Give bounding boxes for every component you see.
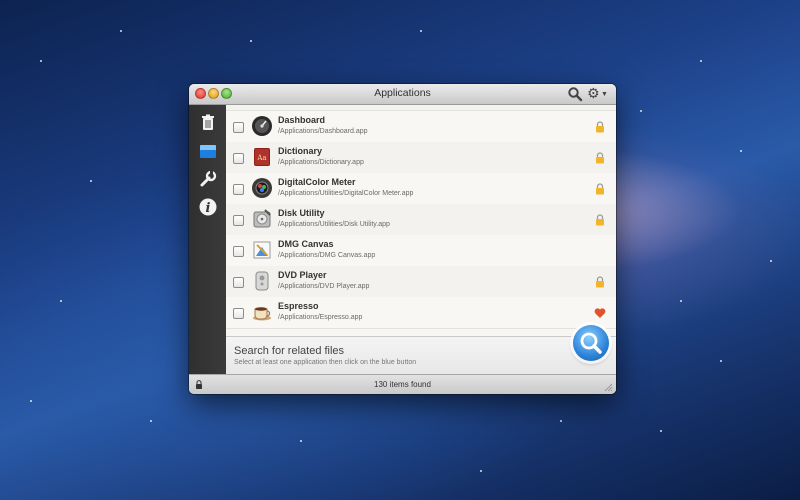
related-files-search-button[interactable] — [573, 325, 609, 361]
item-count: 130 items found — [374, 380, 431, 389]
row-checkbox[interactable] — [233, 277, 244, 288]
resize-grip-icon[interactable] — [604, 383, 613, 392]
table-row[interactable]: Dashboard /Applications/Dashboard.app — [226, 111, 616, 143]
applications-drawer-icon[interactable] — [198, 141, 218, 161]
app-path: /Applications/DVD Player.app — [278, 283, 370, 290]
app-name: Dashboard — [278, 115, 326, 125]
info-icon[interactable]: i — [198, 197, 218, 217]
table-row[interactable]: DigitalColor Meter /Applications/Utiliti… — [226, 173, 616, 205]
dvd-player-icon — [255, 271, 269, 291]
application-list[interactable]: Dashboard /Applications/Dashboard.app Aa… — [226, 105, 616, 336]
search-panel: Search for related files Select at least… — [226, 325, 616, 375]
app-path: /Applications/Utilities/Disk Utility.app — [278, 221, 390, 228]
window-title: Applications — [374, 87, 431, 99]
lock-icon — [596, 183, 604, 195]
sidebar: i — [189, 105, 226, 374]
dmg-canvas-icon — [253, 241, 271, 259]
app-name: Espresso — [278, 301, 319, 311]
app-name: Disk Utility — [278, 208, 325, 218]
table-row[interactable]: DMG Canvas /Applications/DMG Canvas.app — [226, 235, 616, 267]
app-path: /Applications/Utilities/DigitalColor Met… — [278, 190, 414, 197]
tools-icon[interactable] — [198, 169, 218, 189]
row-checkbox[interactable] — [233, 184, 244, 195]
app-path: /Applications/DMG Canvas.app — [278, 252, 376, 259]
disk-utility-icon — [253, 209, 271, 228]
heart-icon — [594, 308, 606, 318]
table-row[interactable]: Disk Utility /Applications/Utilities/Dis… — [226, 204, 616, 236]
app-name: DigitalColor Meter — [278, 177, 356, 187]
lock-icon — [596, 121, 604, 133]
chevron-down-icon: ▼ — [601, 91, 608, 98]
table-row[interactable]: DVD Player /Applications/DVD Player.app — [226, 266, 616, 298]
table-row[interactable]: Espresso /Applications/Espresso.app — [226, 297, 616, 329]
app-window: Applications ⚙ ▼ i Dashboard /Applicatio… — [189, 84, 616, 394]
row-checkbox[interactable] — [233, 215, 244, 226]
row-checkbox[interactable] — [233, 153, 244, 164]
status-bar: 130 items found — [189, 374, 616, 394]
search-panel-subtitle: Select at least one application then cli… — [234, 359, 417, 366]
row-checkbox[interactable] — [233, 308, 244, 319]
magnifier-icon — [580, 332, 602, 354]
digitalcolor-meter-icon — [252, 178, 272, 198]
app-path: /Applications/Dashboard.app — [278, 128, 368, 135]
app-path: /Applications/Dictionary.app — [278, 159, 364, 166]
lock-icon — [596, 214, 604, 226]
row-checkbox[interactable] — [233, 246, 244, 257]
gear-menu-button[interactable]: ⚙ ▼ — [587, 85, 611, 103]
app-name: DVD Player — [278, 270, 327, 280]
dashboard-icon — [252, 116, 272, 136]
lock-icon — [596, 276, 604, 288]
row-checkbox[interactable] — [233, 122, 244, 133]
svg-text:Aa: Aa — [256, 154, 266, 162]
app-path: /Applications/Espresso.app — [278, 314, 363, 321]
dictionary-icon: Aa — [254, 148, 270, 166]
espresso-icon — [253, 307, 271, 321]
search-icon[interactable] — [567, 86, 583, 102]
app-name: DMG Canvas — [278, 239, 334, 249]
search-panel-title: Search for related files — [234, 345, 345, 357]
app-name: Dictionary — [278, 146, 323, 156]
svg-text:i: i — [206, 201, 211, 216]
lock-icon — [596, 152, 604, 164]
table-row[interactable]: Aa Dictionary /Applications/Dictionary.a… — [226, 142, 616, 174]
gear-icon: ⚙ — [587, 85, 600, 101]
trash-icon[interactable] — [198, 113, 218, 133]
title-bar[interactable]: Applications ⚙ ▼ — [189, 84, 616, 105]
